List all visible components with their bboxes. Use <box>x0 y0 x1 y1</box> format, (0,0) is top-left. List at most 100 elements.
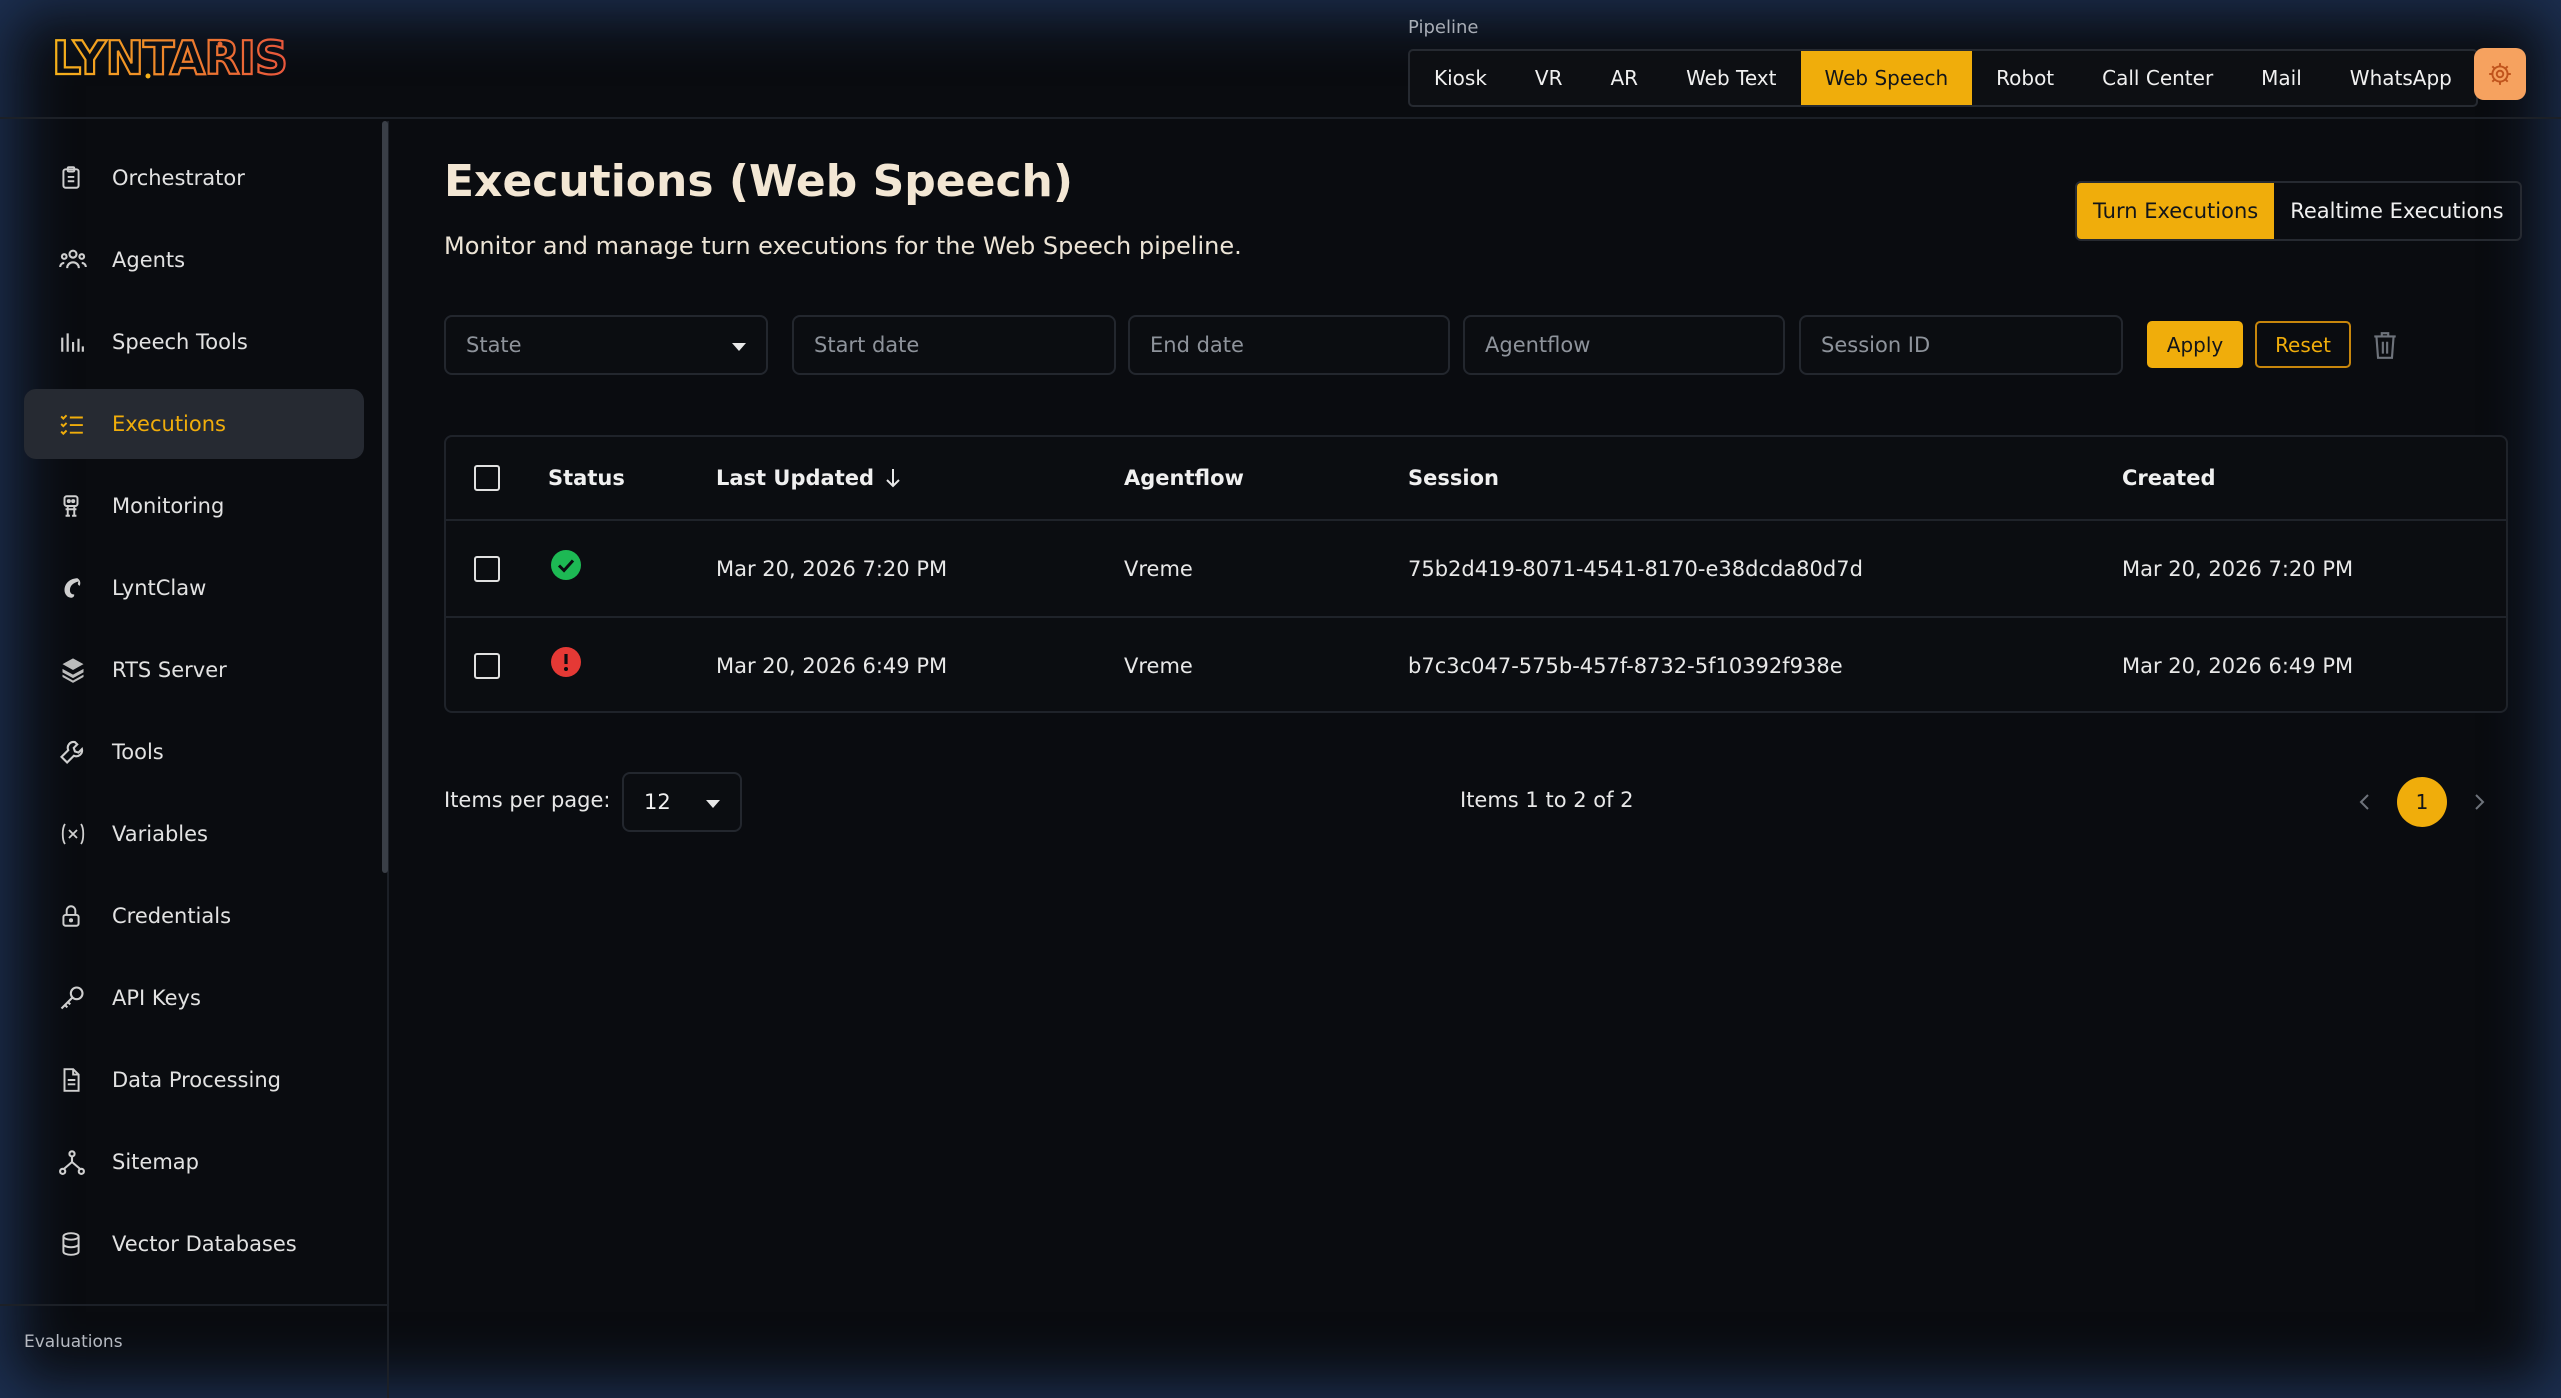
key-icon <box>60 986 84 1010</box>
page-subtitle: Monitor and manage turn executions for t… <box>444 232 1242 260</box>
state-select[interactable]: State <box>444 315 768 375</box>
items-per-page-select[interactable]: 12 <box>622 772 742 832</box>
session-cell: 75b2d419-8071-4541-8170-e38dcda80d7d <box>1408 556 1863 581</box>
sidebar-item-orchestrator[interactable]: Orchestrator <box>24 143 364 213</box>
header-agentflow[interactable]: Agentflow <box>1124 437 1244 519</box>
sidebar-item-label: Credentials <box>112 904 232 928</box>
sidebar-item-label: Monitoring <box>112 494 225 518</box>
lock-icon <box>62 905 80 927</box>
sidebar-item-label: Vector Databases <box>112 1232 297 1256</box>
pipeline-tab-call-center[interactable]: Call Center <box>2078 51 2237 105</box>
pipeline-tab-ar[interactable]: AR <box>1587 51 1663 105</box>
reset-button[interactable]: Reset <box>2255 321 2351 368</box>
realtime-executions-button[interactable]: Realtime Executions <box>2274 183 2519 239</box>
clipboard-icon <box>62 166 80 189</box>
error-status-icon <box>551 646 581 677</box>
header-last-updated-label: Last Updated <box>716 466 875 490</box>
sidebar-item-label: Sitemap <box>112 1150 199 1174</box>
pipeline-tabs: Kiosk VR AR Web Text Web Speech Robot Ca… <box>1408 49 2478 107</box>
sidebar-item-label: Orchestrator <box>112 166 245 190</box>
agentflow-field[interactable] <box>1463 315 1785 375</box>
turn-executions-button[interactable]: Turn Executions <box>2077 183 2275 239</box>
header-created[interactable]: Created <box>2122 437 2216 519</box>
server-icon <box>62 658 84 683</box>
pipeline-tab-robot[interactable]: Robot <box>1972 51 2078 105</box>
items-per-page-label: Items per page: <box>444 788 611 812</box>
start-date-field[interactable] <box>792 315 1116 375</box>
claw-icon <box>64 578 81 598</box>
trash-icon[interactable] <box>2372 330 2398 360</box>
pipeline-tab-whatsapp[interactable]: WhatsApp <box>2326 51 2476 105</box>
execution-view-toggle: Turn Executions Realtime Executions <box>2075 181 2522 241</box>
sidebar-item-vector-databases[interactable]: Vector Databases <box>24 1209 364 1279</box>
robot-icon <box>63 495 79 517</box>
variable-icon <box>61 823 85 845</box>
list-check-icon <box>60 414 83 436</box>
bar-chart-icon <box>61 333 84 352</box>
sidebar-item-sitemap[interactable]: Sitemap <box>24 1127 364 1197</box>
settings-button[interactable] <box>2474 48 2526 100</box>
created-cell: Mar 20, 2026 7:20 PM <box>2122 556 2354 581</box>
wrench-icon <box>60 740 84 764</box>
pipeline-tab-mail[interactable]: Mail <box>2237 51 2326 105</box>
sidebar-item-label: Tools <box>112 740 164 764</box>
apply-button[interactable]: Apply <box>2147 321 2243 368</box>
chevron-left-icon[interactable] <box>2355 790 2375 814</box>
header-status[interactable]: Status <box>548 437 625 519</box>
sidebar-scrollbar[interactable] <box>382 121 388 873</box>
row-checkbox[interactable] <box>474 555 500 582</box>
end-date-field[interactable] <box>1128 315 1450 375</box>
agentflow-cell: Vreme <box>1124 653 1193 678</box>
sidebar-section-evaluations: Evaluations <box>24 1332 123 1352</box>
success-status-icon <box>551 549 581 580</box>
end-date-input[interactable] <box>1150 333 1448 357</box>
session-id-field[interactable] <box>1799 315 2123 375</box>
agentflow-input[interactable] <box>1485 333 1783 357</box>
sidebar-item-speech-tools[interactable]: Speech Tools <box>24 307 364 377</box>
chevron-right-icon[interactable] <box>2469 790 2489 814</box>
sidebar-item-api-keys[interactable]: API Keys <box>24 963 364 1033</box>
sidebar-divider <box>0 1304 387 1306</box>
sidebar-item-label: RTS Server <box>112 658 227 682</box>
users-icon <box>59 249 87 269</box>
table-header-row: Status Last Updated Agentflow Session Cr… <box>446 437 2506 521</box>
pipeline-label: Pipeline <box>1408 17 1479 38</box>
sidebar-item-monitoring[interactable]: Monitoring <box>24 471 364 541</box>
row-checkbox[interactable] <box>474 652 500 679</box>
sidebar-item-tools[interactable]: Tools <box>24 717 364 787</box>
sidebar-item-agents[interactable]: Agents <box>24 225 364 295</box>
sidebar: Orchestrator Agents Speech Tools Executi… <box>0 121 389 1398</box>
sidebar-item-rts-server[interactable]: RTS Server <box>24 635 364 705</box>
page-1-button[interactable]: 1 <box>2397 777 2447 827</box>
sidebar-item-label: Agents <box>112 248 186 272</box>
header-last-updated[interactable]: Last Updated <box>716 437 902 519</box>
gear-icon <box>2489 63 2511 85</box>
pipeline-tab-web-speech[interactable]: Web Speech <box>1800 51 1973 105</box>
app-window: LYNTARIS Pipeline Kiosk VR AR Web Text W… <box>0 0 2561 1398</box>
pipeline-tab-web-text[interactable]: Web Text <box>1662 51 1800 105</box>
page-title: Executions (Web Speech) <box>444 156 1073 207</box>
last-updated-cell: Mar 20, 2026 6:49 PM <box>716 653 948 678</box>
header-session[interactable]: Session <box>1408 437 1499 519</box>
table-row[interactable]: Mar 20, 2026 6:49 PM Vreme b7c3c047-575b… <box>446 618 2506 713</box>
pipeline-tab-vr[interactable]: VR <box>1511 51 1587 105</box>
sidebar-item-label: API Keys <box>112 986 201 1010</box>
executions-table: Status Last Updated Agentflow Session Cr… <box>444 435 2508 713</box>
sidebar-item-executions[interactable]: Executions <box>24 389 364 459</box>
sidebar-item-lyntclaw[interactable]: LyntClaw <box>24 553 364 623</box>
sidebar-item-variables[interactable]: Variables <box>24 799 364 869</box>
sidebar-item-data-processing[interactable]: Data Processing <box>24 1045 364 1115</box>
select-all-checkbox[interactable] <box>474 465 500 491</box>
sidebar-item-label: LyntClaw <box>112 576 207 600</box>
sidebar-item-credentials[interactable]: Credentials <box>24 881 364 951</box>
start-date-input[interactable] <box>814 333 1114 357</box>
session-id-input[interactable] <box>1821 333 2121 357</box>
sidebar-item-label: Data Processing <box>112 1068 281 1092</box>
sitemap-icon <box>59 1150 85 1175</box>
table-row[interactable]: Mar 20, 2026 7:20 PM Vreme 75b2d419-8071… <box>446 521 2506 618</box>
last-updated-cell: Mar 20, 2026 7:20 PM <box>716 556 948 581</box>
svg-text:LYNTARIS: LYNTARIS <box>52 31 287 84</box>
agentflow-cell: Vreme <box>1124 556 1193 581</box>
pipeline-tab-kiosk[interactable]: Kiosk <box>1410 51 1511 105</box>
items-per-page-value: 12 <box>644 790 671 814</box>
